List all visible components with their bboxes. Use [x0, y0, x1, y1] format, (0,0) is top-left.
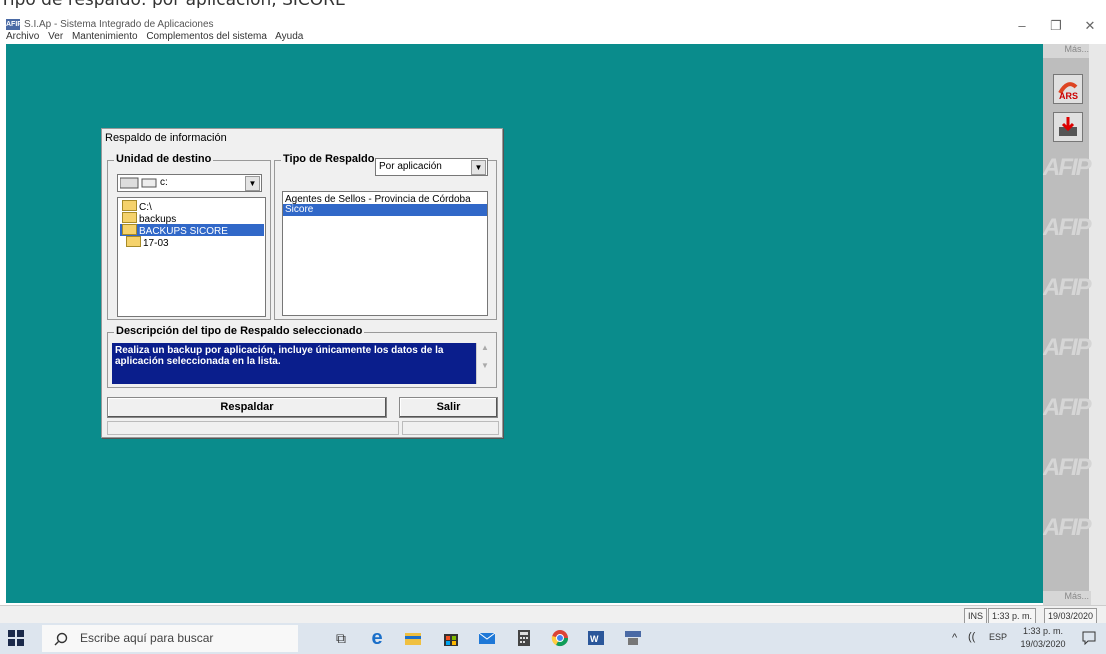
afip-watermark: AFIP [1043, 394, 1092, 421]
menu-mantenimiento[interactable]: Mantenimiento [72, 31, 138, 42]
download-icon [1059, 117, 1077, 136]
folder-icon [122, 200, 137, 211]
taskbar: Escribe aquí para buscar ⧉ e W ^ (( ESP … [0, 623, 1106, 654]
chevron-down-icon[interactable]: ▼ [245, 176, 260, 191]
afip-watermark: AFIP [1043, 454, 1092, 481]
window-title: S.I.Ap - Sistema Integrado de Aplicacion… [24, 19, 214, 30]
chevron-down-icon[interactable]: ▼ [471, 160, 486, 175]
drive-select[interactable]: c: ▼ [117, 174, 262, 192]
notifications-icon[interactable] [1082, 631, 1096, 645]
menu-archivo[interactable]: Archivo [6, 31, 39, 42]
clock-date[interactable]: 19/03/2020 [1018, 639, 1068, 649]
list-item-selected[interactable]: Sicore [283, 204, 487, 216]
folder-icon [122, 212, 137, 223]
backup-dialog: Respaldo de información Unidad de destin… [101, 128, 503, 438]
backup-type-select[interactable]: Por aplicación ▼ [375, 158, 488, 176]
exit-button[interactable]: Salir [399, 397, 498, 418]
clock-time[interactable]: 1:33 p. m. [1018, 626, 1068, 636]
ars-icon: ARS [1058, 82, 1078, 101]
application-list[interactable]: Agentes de Sellos - Provincia de Córdoba… [282, 191, 488, 316]
afip-watermark: AFIP [1043, 334, 1092, 361]
right-toolbar: Más... AFIP AFIP AFIP AFIP AFIP AFIP AFI… [1043, 44, 1106, 605]
afip-watermark: AFIP [1043, 214, 1092, 241]
description-group-label: Descripción del tipo de Respaldo selecci… [114, 325, 365, 337]
restore-icon[interactable]: ❐ [1046, 18, 1066, 34]
word-icon[interactable]: W [587, 629, 605, 647]
folder-tree[interactable]: C:\ backups BACKUPS SICORE 17-03 [117, 197, 266, 317]
tree-item[interactable]: backups [120, 212, 178, 225]
calculator-icon[interactable] [515, 629, 533, 647]
destination-group: Unidad de destino c: ▼ C:\ backups BACKU… [107, 153, 271, 320]
tree-item-selected[interactable]: BACKUPS SICORE [120, 224, 264, 237]
dialog-title: Respaldo de información [105, 132, 227, 144]
close-icon[interactable]: ✕ [1080, 18, 1100, 34]
minimize-icon[interactable]: – [1012, 18, 1032, 34]
download-button[interactable] [1053, 112, 1083, 142]
file-explorer-icon[interactable] [404, 629, 422, 647]
language-indicator[interactable]: ESP [989, 632, 1007, 642]
windows-start-icon[interactable] [8, 630, 24, 646]
afip-watermark: AFIP [1043, 514, 1092, 541]
svg-text:ARS: ARS [1059, 91, 1078, 101]
menu-complementos[interactable]: Complementos del sistema [146, 31, 267, 42]
description-text: Realiza un backup por aplicación, incluy… [112, 343, 477, 384]
description-scrollbar[interactable]: ▲ ▼ [476, 343, 493, 384]
network-icon[interactable]: (( [968, 631, 975, 643]
siap-app-icon: AFIP [6, 19, 22, 30]
status-bar: INS 1:33 p. m. 19/03/2020 [0, 605, 1106, 624]
search-placeholder: Escribe aquí para buscar [80, 631, 214, 645]
taskbar-search-box[interactable]: Escribe aquí para buscar [42, 625, 298, 652]
backup-button[interactable]: Respaldar [107, 397, 387, 418]
task-view-icon[interactable]: ⧉ [332, 629, 350, 647]
window-titlebar: AFIP S.I.Ap - Sistema Integrado de Aplic… [0, 8, 1106, 33]
backup-type-group: Tipo de Respaldo Por aplicación ▼ Agente… [274, 153, 497, 320]
menu-bar: Archivo Ver Mantenimiento Complementos d… [6, 31, 309, 42]
more-top-button[interactable]: Más... [1043, 44, 1091, 58]
dialog-status-right [402, 421, 499, 435]
status-date: 19/03/2020 [1044, 608, 1098, 624]
description-group: Descripción del tipo de Respaldo selecci… [107, 325, 497, 388]
afip-app-icon[interactable] [624, 629, 642, 647]
afip-watermark: AFIP [1043, 274, 1092, 301]
dialog-status-left [107, 421, 399, 435]
tray-chevron-up-icon[interactable]: ^ [952, 632, 957, 644]
status-time: 1:33 p. m. [988, 608, 1037, 624]
tree-item[interactable]: C:\ [120, 200, 154, 213]
svg-text:W: W [590, 634, 599, 644]
drive-icon [120, 177, 157, 189]
status-mode: INS [964, 608, 988, 624]
folder-icon [126, 236, 141, 247]
drive-value: c: [160, 177, 168, 188]
destination-group-label: Unidad de destino [114, 153, 214, 165]
search-icon [54, 632, 68, 646]
tree-item[interactable]: 17-03 [124, 236, 171, 249]
ars-button[interactable]: ARS [1053, 74, 1083, 104]
menu-ayuda[interactable]: Ayuda [275, 31, 303, 42]
store-icon[interactable] [442, 629, 460, 647]
menu-ver[interactable]: Ver [48, 31, 63, 42]
mail-icon[interactable] [478, 629, 496, 647]
more-bottom-button[interactable]: Más... [1043, 591, 1091, 605]
edge-icon[interactable]: e [368, 628, 386, 648]
chrome-icon[interactable] [551, 629, 569, 647]
backup-type-value: Por aplicación [379, 161, 442, 172]
caption-crop: Tipo de respaldo: por aplicación, SICORE [0, 0, 346, 10]
backup-type-group-label: Tipo de Respaldo [281, 153, 377, 165]
afip-watermark: AFIP [1043, 154, 1092, 181]
folder-icon [122, 224, 137, 235]
